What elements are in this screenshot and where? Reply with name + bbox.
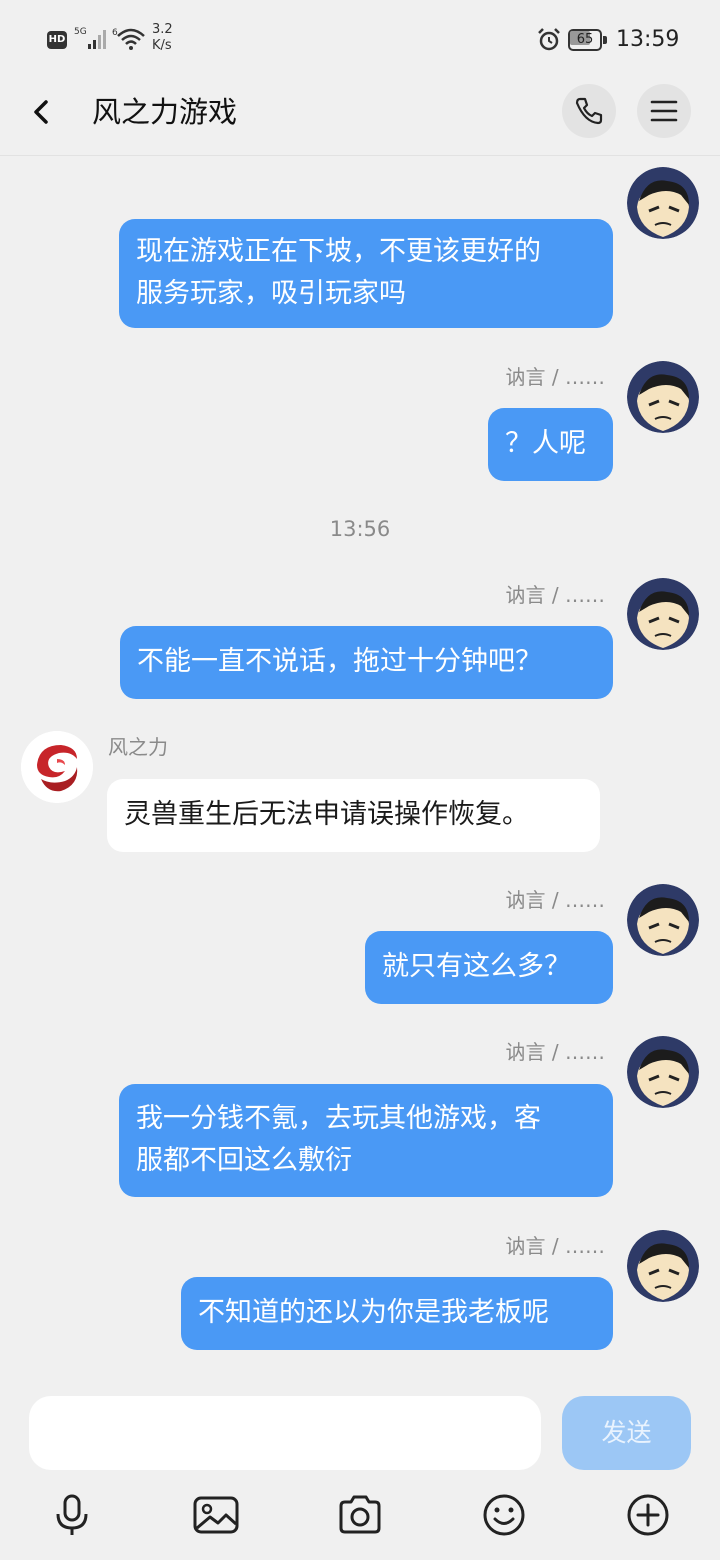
- message-timestamp: 13:56: [329, 517, 391, 541]
- network-speed: 3.2 K/s: [152, 22, 173, 53]
- sender-name: 讷言 / ……: [505, 1234, 605, 1258]
- menu-button[interactable]: [637, 84, 691, 138]
- emoji-icon[interactable]: [479, 1490, 529, 1540]
- hamburger-menu-icon: [650, 100, 678, 122]
- message-text: 就只有这么多？: [382, 951, 571, 982]
- message-list[interactable]: 现在游戏正在下坡，不更该更好的 服务玩家，吸引玩家吗 讷言 / …… ？人呢 1…: [0, 157, 720, 1390]
- chat-header: 风之力游戏: [0, 80, 720, 156]
- composer: 发送: [0, 1390, 720, 1482]
- clock: 13:59: [616, 27, 680, 52]
- network-type: 5G: [74, 27, 87, 37]
- message-text: 服务玩家，吸引玩家吗: [136, 278, 406, 309]
- message-bubble-outgoing[interactable]: 现在游戏正在下坡，不更该更好的 服务玩家，吸引玩家吗: [119, 219, 613, 328]
- wifi-badge: 6: [112, 28, 118, 38]
- user-avatar[interactable]: [627, 578, 699, 650]
- user-avatar[interactable]: [627, 884, 699, 956]
- sender-name: 风之力: [108, 735, 168, 759]
- message-text: 不能一直不说话，拖过十分钟吧？: [137, 646, 542, 677]
- wifi-icon: 6: [112, 25, 146, 51]
- alarm-icon: [536, 27, 562, 53]
- sender-name: 讷言 / ……: [505, 583, 605, 607]
- sender-name: 讷言 / ……: [505, 365, 605, 389]
- user-avatar[interactable]: [627, 361, 699, 433]
- message-text: 不知道的还以为你是我老板呢: [198, 1297, 549, 1328]
- message-bubble-incoming[interactable]: 灵兽重生后无法申请误操作恢复。: [107, 779, 600, 852]
- user-avatar[interactable]: [627, 167, 699, 239]
- plus-icon[interactable]: [623, 1490, 673, 1540]
- chat-title: 风之力游戏: [92, 95, 238, 129]
- back-button[interactable]: [18, 90, 62, 134]
- message-bubble-outgoing[interactable]: 我一分钱不氪，去玩其他游戏，客 服都不回这么敷衍: [119, 1084, 613, 1197]
- message-text: 我一分钱不氪，去玩其他游戏，客: [136, 1103, 541, 1134]
- hd-badge: HD: [47, 31, 67, 49]
- composer-toolbar: [0, 1482, 720, 1560]
- sender-name: 讷言 / ……: [505, 888, 605, 912]
- message-bubble-outgoing[interactable]: 不知道的还以为你是我老板呢: [181, 1277, 613, 1350]
- message-bubble-outgoing[interactable]: 不能一直不说话，拖过十分钟吧？: [120, 626, 613, 699]
- microphone-icon[interactable]: [47, 1490, 97, 1540]
- user-avatar[interactable]: [627, 1036, 699, 1108]
- message-bubble-outgoing[interactable]: 就只有这么多？: [365, 931, 613, 1004]
- message-text: 服都不回这么敷衍: [136, 1145, 352, 1176]
- chevron-left-icon: [34, 100, 48, 124]
- call-button[interactable]: [562, 84, 616, 138]
- message-text: ？人呢: [505, 428, 586, 459]
- sender-name: 讷言 / ……: [505, 1040, 605, 1064]
- message-input[interactable]: [29, 1396, 541, 1470]
- image-icon[interactable]: [191, 1490, 241, 1540]
- signal-icon: 5G: [74, 25, 110, 51]
- user-avatar[interactable]: [627, 1230, 699, 1302]
- phone-icon: [575, 97, 603, 125]
- message-text: 灵兽重生后无法申请误操作恢复。: [124, 799, 529, 830]
- camera-icon[interactable]: [335, 1490, 385, 1540]
- message-bubble-outgoing[interactable]: ？人呢: [488, 408, 613, 481]
- service-avatar[interactable]: [21, 731, 93, 803]
- battery-level: 65: [576, 32, 594, 47]
- battery-icon: 65: [568, 29, 608, 51]
- message-text: 现在游戏正在下坡，不更该更好的: [136, 236, 541, 267]
- fengzhili-logo-icon: [21, 731, 93, 803]
- send-button[interactable]: 发送: [562, 1396, 691, 1470]
- status-bar: HD 5G 6 3.2 K/s 65 13:59: [0, 0, 720, 80]
